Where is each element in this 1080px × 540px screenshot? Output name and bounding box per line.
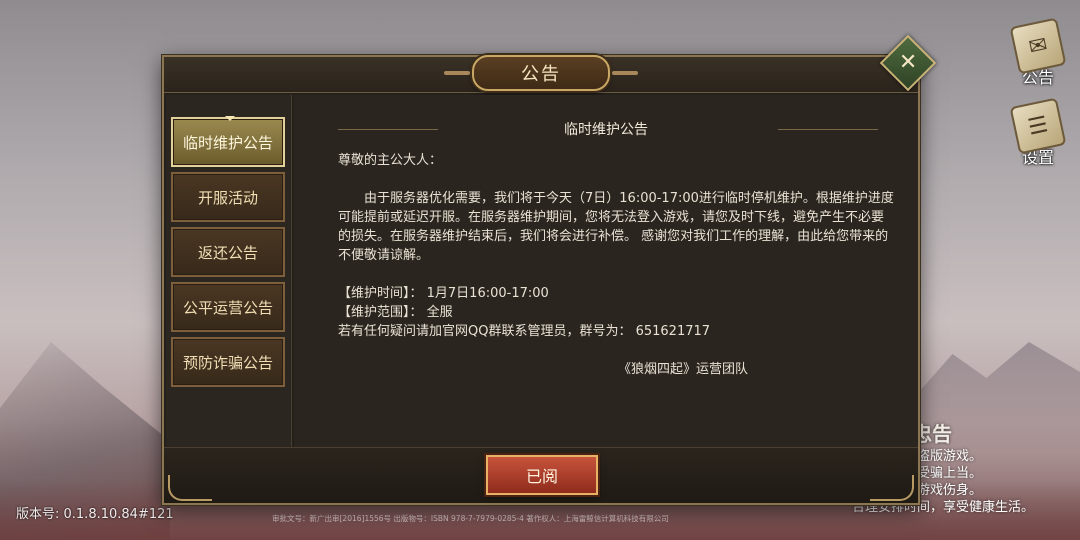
settings-scroll-icon: ☰ [1009, 97, 1067, 155]
settings-side-button[interactable]: ☰ 设置 [1009, 97, 1067, 168]
tab-fair-operation-notice[interactable]: 公平运营公告 [171, 282, 285, 332]
corner-ornament-right [870, 475, 914, 501]
legal-text: 审批文号：新广出审[2016]1556号 出版物号：ISBN 978-7-797… [272, 514, 669, 523]
scroll-icon: ✉ [1009, 17, 1067, 75]
acknowledge-button[interactable]: 已阅 [486, 455, 598, 495]
contact-info: 若有任何疑问请加官网QQ群联系管理员，群号为： 651621717 [338, 324, 711, 339]
tab-rebate-notice[interactable]: 返还公告 [171, 227, 285, 277]
notice-tab-list: 临时维护公告 开服活动 返还公告 公平运营公告 预防诈骗公告 [166, 95, 292, 447]
notice-signature: 《狼烟四起》运营团队 [617, 362, 748, 377]
notice-content: 临时维护公告 尊敬的主公大人： 由于服务器优化需要，我们将于今天（7日）16:0… [294, 95, 918, 447]
dialog-footer: 已阅 [164, 447, 918, 503]
version-label: 版本号: 0.1.8.10.84#121 [16, 507, 174, 522]
tab-anti-fraud-notice[interactable]: 预防诈骗公告 [171, 337, 285, 387]
notice-paragraph: 由于服务器优化需要，我们将于今天（7日）16:00-17:00进行临时停机维护。… [338, 191, 894, 263]
maintenance-scope: 【维护范围】： 全服 [338, 305, 453, 320]
close-icon: ✕ [898, 50, 918, 75]
tab-maintenance-notice[interactable]: 临时维护公告 [171, 116, 285, 167]
notice-side-button[interactable]: ✉ 公告 [1009, 17, 1067, 88]
title-divider-right [778, 129, 878, 130]
dialog-header: 公告 [164, 55, 918, 93]
maintenance-time: 【维护时间】： 1月7日16:00-17:00 [338, 286, 549, 301]
corner-ornament-left [168, 475, 212, 501]
dialog-title: 公告 [444, 55, 638, 91]
tab-server-opening-event[interactable]: 开服活动 [171, 172, 285, 222]
announcement-dialog: 公告 ✕ 临时维护公告 开服活动 返还公告 公平运营公告 预防诈骗公告 临时维护… [162, 34, 937, 505]
notice-greeting: 尊敬的主公大人： [338, 153, 443, 168]
notice-body: 尊敬的主公大人： 由于服务器优化需要，我们将于今天（7日）16:00-17:00… [338, 151, 894, 379]
